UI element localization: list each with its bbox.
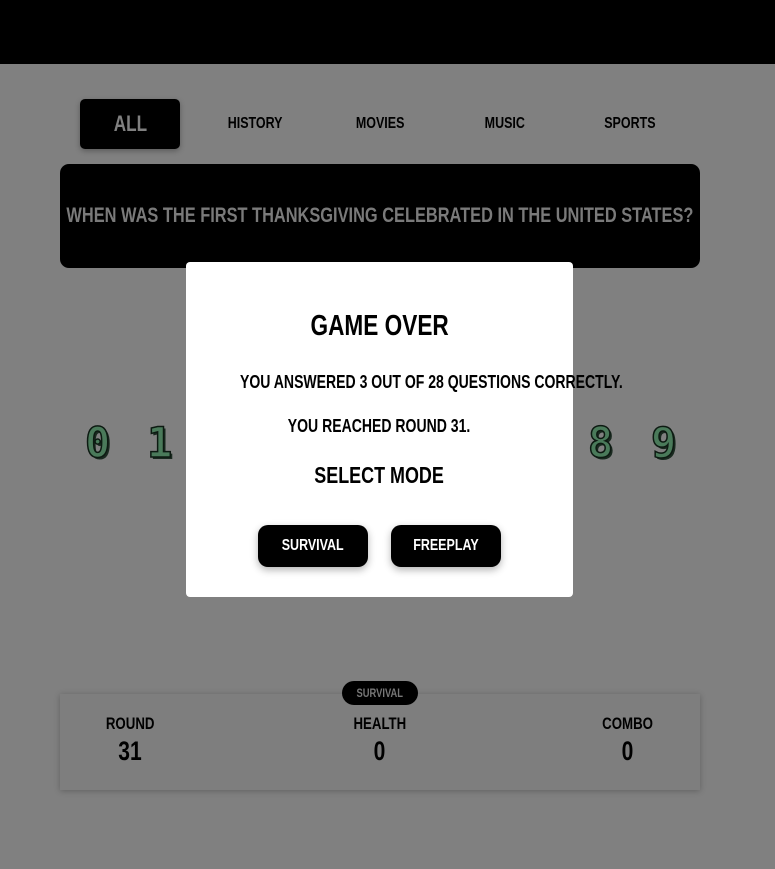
digit-0[interactable]: 0 [84,417,111,468]
tab-history[interactable]: History [205,99,305,149]
tab-movies[interactable]: Movies [330,99,430,149]
tab-music[interactable]: Music [455,99,555,149]
stats-panel: Round 31 Health 0 Combo 0 [60,694,700,790]
digit-9[interactable]: 9 [650,417,677,468]
top-bar [0,0,775,64]
select-mode-heading: Select Mode [314,462,445,488]
tab-sports[interactable]: Sports [580,99,680,149]
category-tabs: All History Movies Music Sports [80,99,700,149]
survival-button[interactable]: Survival [258,525,368,567]
question-card: When was the first Thanksgiving celebrat… [60,164,700,268]
stat-combo: Combo 0 [602,714,654,766]
digit-8[interactable]: 8 [587,417,614,468]
tab-all[interactable]: All [80,99,180,149]
stat-health: Health 0 [353,714,407,766]
game-over-modal: Game Over You answered 3 out of 28 quest… [186,262,623,597]
modal-round-text: You reached round 31. [288,416,471,436]
digit-1[interactable]: 1 [146,417,173,468]
stat-round: Round 31 [105,714,155,766]
freeplay-button[interactable]: Freeplay [391,525,501,567]
mode-badge: Survival [342,681,418,705]
modal-summary: You answered 3 out of 28 questions corre… [239,372,623,392]
modal-title: Game Over [310,310,449,342]
